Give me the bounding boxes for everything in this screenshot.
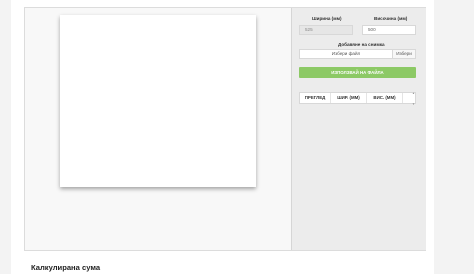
calculated-sum-title: Калкулирана сума [31,263,101,272]
table-header-width: ШИР. (ММ) [331,93,367,103]
height-field[interactable]: 500 [362,25,416,35]
upload-button[interactable]: ИЗПОЛЗВАЙ НА ФАЙЛА [299,67,416,78]
file-input[interactable]: Избери файл Избери [299,49,416,59]
canvas-area [25,8,291,250]
scroll-down-icon[interactable]: ▼ [412,102,415,106]
file-browse-button[interactable]: Избери [392,50,415,58]
width-label: Ширина (мм) [312,16,342,21]
file-choose-label: Избери файл [331,51,361,56]
add-image-label: Добавяне на снимка [338,42,385,47]
options-sidebar: Ширина (мм) Височина (мм) 525 500 Добавя… [291,8,426,250]
editor-panel: Ширина (мм) Височина (мм) 525 500 Добавя… [24,7,426,251]
page: Ширина (мм) Височина (мм) 525 500 Добавя… [0,0,474,274]
scroll-up-icon[interactable]: ▲ [412,91,415,95]
preview-canvas[interactable] [60,15,256,187]
image-table: ПРЕГЛЕД ШИР. (ММ) ВИС. (ММ) [299,92,416,104]
table-header-preview: ПРЕГЛЕД [300,93,331,103]
width-field[interactable]: 525 [299,25,353,35]
table-header-height: ВИС. (ММ) [367,93,403,103]
height-label: Височина (мм) [374,16,408,21]
